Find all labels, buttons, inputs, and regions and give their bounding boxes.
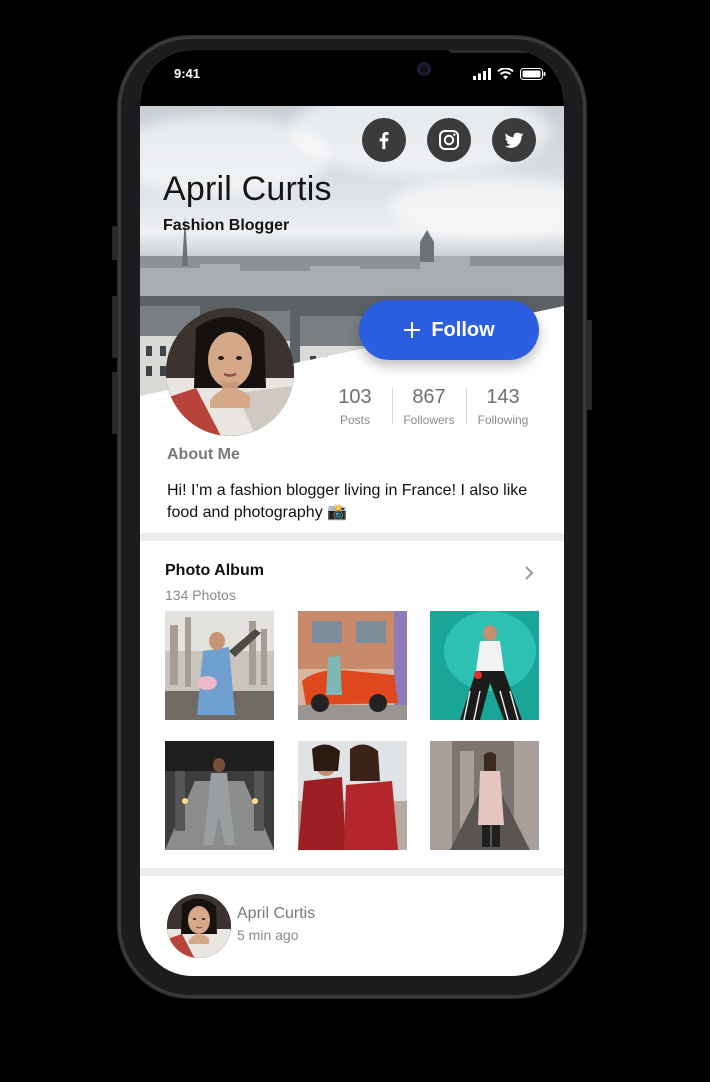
album-photo[interactable] xyxy=(165,611,274,720)
section-divider xyxy=(140,868,564,876)
section-divider xyxy=(140,533,564,541)
post-timestamp: 5 min ago xyxy=(237,927,299,943)
stat-value: 103 xyxy=(338,386,372,408)
signal-icon xyxy=(473,68,491,80)
stat-value: 143 xyxy=(486,386,520,408)
phone-mute-switch xyxy=(112,226,118,260)
facebook-icon xyxy=(379,132,389,150)
album-photo[interactable] xyxy=(165,741,274,850)
stat-posts[interactable]: 103 Posts xyxy=(318,386,392,436)
front-camera xyxy=(417,62,431,76)
stat-label: Followers xyxy=(403,413,455,427)
status-time: 9:41 xyxy=(174,66,201,81)
chevron-right-icon[interactable] xyxy=(520,564,538,582)
profile-avatar[interactable] xyxy=(166,308,294,436)
stat-following[interactable]: 143 Following xyxy=(466,386,540,436)
profile-title: Fashion Blogger xyxy=(163,217,290,234)
album-heading: Photo Album xyxy=(165,562,264,579)
facebook-button[interactable] xyxy=(362,118,406,162)
phone-power-button xyxy=(586,320,592,410)
follow-button[interactable]: Follow xyxy=(359,300,539,360)
album-photo[interactable] xyxy=(430,741,539,850)
stat-followers[interactable]: 867 Followers xyxy=(392,386,466,436)
about-heading: About Me xyxy=(167,446,240,463)
instagram-button[interactable] xyxy=(427,118,471,162)
plus-icon xyxy=(404,322,421,338)
avatar-photo xyxy=(166,308,294,436)
stat-label: Following xyxy=(477,413,529,427)
album-count: 134 Photos xyxy=(165,587,236,603)
profile-stats: 103 Posts 867 Followers 143 Following xyxy=(318,386,540,436)
about-text: Hi! I’m a fashion blogger living in Fran… xyxy=(167,482,528,521)
follow-label: Follow xyxy=(431,318,495,341)
album-photo[interactable] xyxy=(298,611,407,720)
app-screen: 9:41 April Curtis Fashion Blogger Follow… xyxy=(140,50,564,976)
profile-name: April Curtis xyxy=(163,170,332,208)
album-photo[interactable] xyxy=(430,611,539,720)
twitter-button[interactable] xyxy=(492,118,536,162)
avatar-photo xyxy=(167,894,231,958)
status-bar: 9:41 xyxy=(140,50,564,106)
speaker xyxy=(449,50,529,53)
notch xyxy=(277,50,529,90)
post-author-name[interactable]: April Curtis xyxy=(237,905,315,923)
battery-icon xyxy=(520,68,546,80)
album-photo[interactable] xyxy=(298,741,407,850)
stat-label: Posts xyxy=(339,413,370,427)
wifi-icon xyxy=(497,68,514,80)
twitter-icon xyxy=(504,132,524,148)
stat-value: 867 xyxy=(412,386,446,408)
instagram-icon xyxy=(439,130,459,150)
phone-volume-down xyxy=(112,372,118,434)
phone-volume-up xyxy=(112,296,118,358)
post-author-avatar[interactable] xyxy=(167,894,231,958)
status-icons xyxy=(473,68,546,80)
